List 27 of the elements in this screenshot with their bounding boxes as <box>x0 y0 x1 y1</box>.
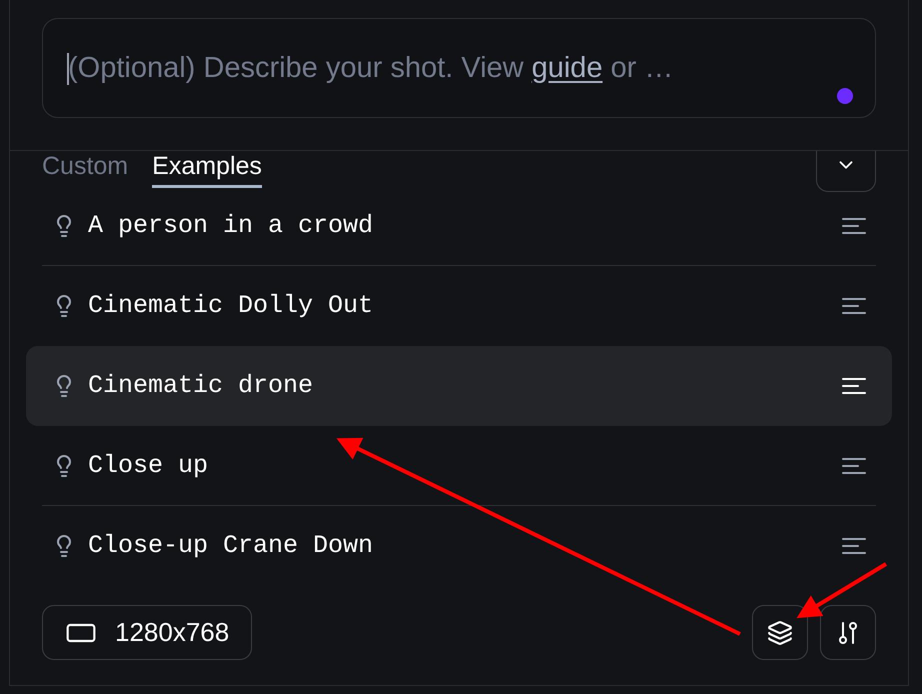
example-label: Close-up Crane Down <box>88 530 374 562</box>
prompt-field[interactable]: (Optional) Describe your shot. View guide or … <box>42 18 876 118</box>
placeholder-text: or … <box>610 51 674 86</box>
sliders-icon <box>837 620 859 644</box>
example-label: Cinematic drone <box>88 370 314 402</box>
example-label: A person in a crowd <box>88 210 374 242</box>
example-item[interactable]: Close up <box>42 426 876 506</box>
example-label: Close up <box>88 450 208 482</box>
example-item[interactable]: A person in a crowd <box>42 186 876 266</box>
layers-icon <box>767 620 793 646</box>
example-label: Cinematic Dolly Out <box>88 290 374 322</box>
lines-icon <box>842 377 866 395</box>
example-item[interactable]: Cinematic Dolly Out <box>42 266 876 346</box>
tab[interactable]: Examples <box>152 151 262 188</box>
lines-icon <box>842 216 866 234</box>
tab[interactable]: Custom <box>42 151 128 188</box>
lines-icon <box>842 537 866 555</box>
text-cursor <box>67 52 69 85</box>
placeholder-text: (Optional) Describe your shot. View <box>68 51 524 86</box>
guide-link[interactable]: guide <box>532 47 603 90</box>
lines-icon <box>842 297 866 315</box>
lines-icon <box>842 456 866 474</box>
settings-button[interactable] <box>820 605 876 660</box>
example-item[interactable]: Close-up Crane Down <box>42 506 876 586</box>
layers-button[interactable] <box>752 605 808 660</box>
example-item[interactable]: Cinematic drone <box>26 346 892 426</box>
resolution-button[interactable]: 1280x768 <box>42 605 252 660</box>
